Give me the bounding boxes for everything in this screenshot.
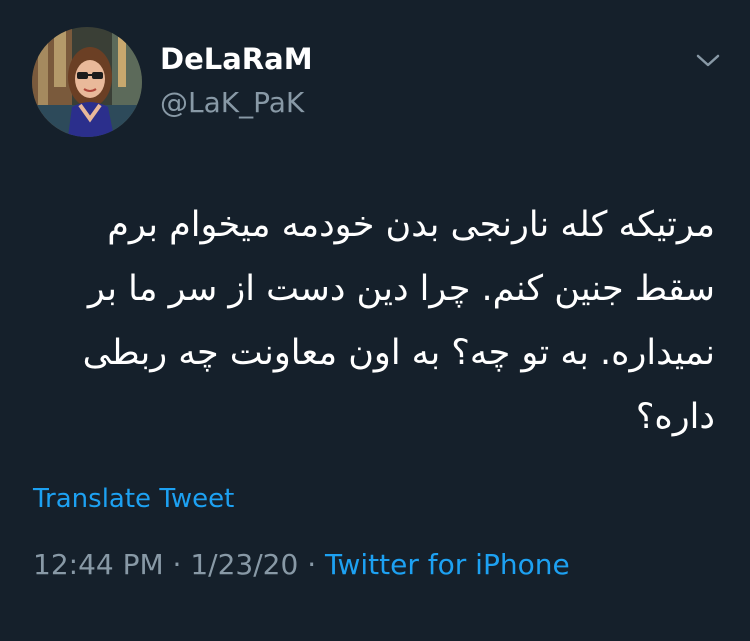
separator: · bbox=[307, 548, 317, 581]
avatar-image bbox=[32, 27, 142, 137]
tweet-source-link[interactable]: Twitter for iPhone bbox=[325, 548, 570, 581]
tweet-card: DeLaRaM @LaK_PaK مرتیکه کله نارنجی بدن خ… bbox=[0, 0, 750, 641]
tweet-time: 12:44 PM bbox=[33, 548, 164, 581]
separator: · bbox=[172, 548, 182, 581]
tweet-metadata: 12:44 PM · 1/23/20 · Twitter for iPhone bbox=[33, 548, 570, 581]
tweet-date: 1/23/20 bbox=[190, 548, 299, 581]
chevron-down-icon[interactable] bbox=[694, 50, 722, 70]
user-handle[interactable]: @LaK_PaK bbox=[160, 86, 304, 119]
tweet-text: مرتیکه کله نارنجی بدن خودمه میخوام برم س… bbox=[82, 205, 715, 437]
translate-tweet-link[interactable]: Translate Tweet bbox=[33, 484, 234, 514]
avatar[interactable] bbox=[32, 27, 142, 137]
display-name[interactable]: DeLaRaM bbox=[160, 42, 313, 76]
